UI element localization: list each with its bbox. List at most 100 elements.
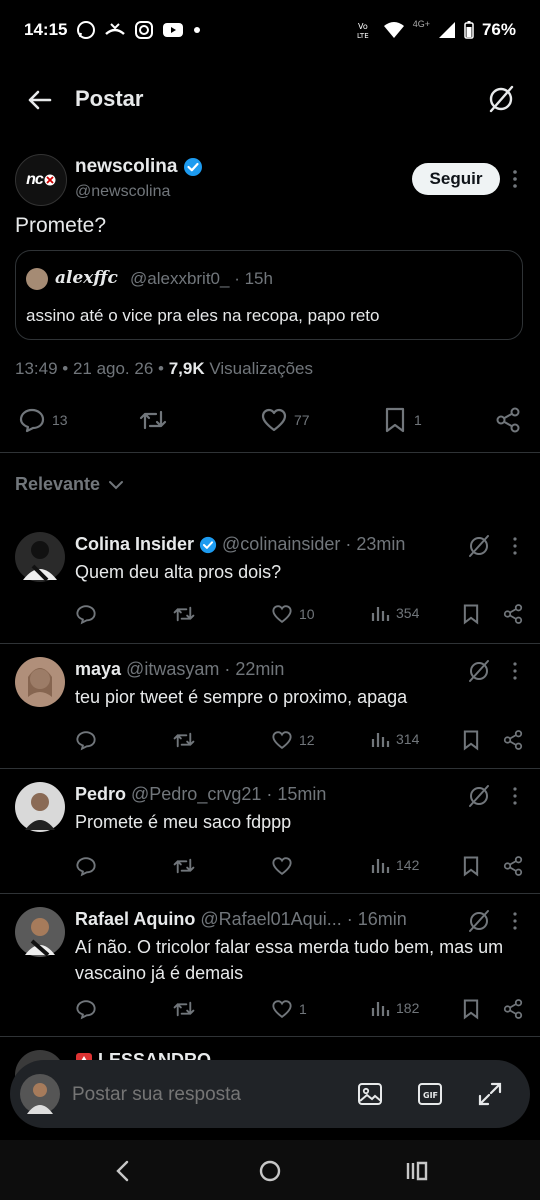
reply-button[interactable] [75, 998, 97, 1020]
analytics-icon [371, 733, 390, 747]
repost-button[interactable] [172, 603, 196, 625]
reply-composer[interactable]: GIF [10, 1060, 530, 1128]
follow-button[interactable]: Seguir [412, 163, 500, 195]
grok-button[interactable] [467, 534, 491, 558]
like-button[interactable]: 10 [271, 603, 315, 625]
arrow-left-icon [28, 90, 52, 110]
reply-button[interactable] [75, 603, 97, 625]
share-button[interactable] [494, 406, 522, 434]
more-vertical-icon [513, 912, 517, 930]
reply-item[interactable]: maya @itwasyam · 22min teu pior tweet é … [0, 645, 540, 767]
gif-button[interactable]: GIF [416, 1080, 444, 1108]
like-button[interactable] [271, 855, 299, 877]
views-count: 142 [396, 857, 420, 873]
avatar-person-icon [25, 918, 55, 957]
reply-button[interactable] [75, 855, 97, 877]
bookmark-icon [463, 730, 479, 751]
reply-input[interactable] [70, 1083, 334, 1107]
reply-author-handle: @Rafael01Aqui... · 16min [200, 909, 407, 929]
reply-avatar[interactable] [15, 782, 65, 832]
reply-count: 13 [52, 412, 68, 428]
avatar-person-icon [27, 1083, 53, 1114]
network-type: 4G+ [412, 19, 430, 29]
image-icon [358, 1083, 382, 1105]
expand-button[interactable] [476, 1080, 504, 1108]
more-options-button[interactable] [508, 786, 522, 806]
reply-action-bar: 10 354 [0, 603, 540, 633]
author-name-row[interactable]: newscolina [75, 156, 203, 178]
nav-home-button[interactable] [255, 1156, 285, 1186]
more-options-button[interactable] [508, 911, 522, 931]
recents-icon [406, 1161, 428, 1181]
reply-avatar[interactable] [15, 907, 65, 957]
divider [0, 452, 540, 453]
more-vertical-icon [513, 662, 517, 680]
reply-icon [76, 1000, 96, 1020]
views-button[interactable]: 354 [370, 603, 419, 623]
reply-icon [76, 857, 96, 877]
grok-button[interactable] [467, 909, 491, 933]
repost-button[interactable] [172, 855, 196, 877]
reply-author-name[interactable]: Colina Insider [75, 534, 194, 555]
views-button[interactable]: 314 [370, 729, 419, 749]
views-count: 354 [396, 605, 420, 621]
reply-text: Quem deu alta pros dois? [75, 562, 282, 582]
avatar-person-icon [25, 793, 55, 830]
reply-icon [19, 408, 45, 433]
repost-button[interactable] [172, 998, 196, 1020]
back-button[interactable] [24, 84, 56, 116]
quoted-post[interactable]: alexffc @alexxbrit0_ · 15h assino até o … [15, 250, 523, 340]
more-options-button[interactable] [508, 661, 522, 681]
like-button[interactable]: 1 [271, 998, 307, 1020]
repost-icon [139, 410, 167, 430]
reply-button[interactable] [75, 729, 97, 751]
like-button[interactable]: 12 [271, 729, 315, 751]
share-button[interactable] [502, 855, 524, 877]
reply-author-name[interactable]: maya [75, 659, 121, 680]
reply-author-name[interactable]: Pedro [75, 784, 126, 805]
image-button[interactable] [356, 1080, 384, 1108]
avatar-person-icon [23, 541, 57, 582]
more-vertical-icon [513, 537, 517, 555]
views-count: 7,9K [168, 359, 205, 378]
nav-recents-button[interactable] [402, 1156, 432, 1186]
bookmark-button[interactable] [461, 998, 481, 1020]
bookmark-button[interactable] [461, 729, 481, 751]
author-avatar[interactable]: nc [15, 154, 67, 206]
grok-icon [489, 85, 514, 113]
author-name[interactable]: newscolina [75, 156, 177, 178]
bookmark-button[interactable]: 1 [382, 406, 422, 434]
svg-text:Vo: Vo [358, 22, 368, 31]
share-icon [503, 604, 523, 624]
bookmark-icon [463, 999, 479, 1020]
reply-button[interactable]: 13 [18, 406, 68, 434]
reply-item[interactable]: Rafael Aquino @Rafael01Aqui... · 16min A… [0, 895, 540, 1035]
views-button[interactable]: 182 [370, 998, 419, 1018]
grok-button[interactable] [486, 84, 516, 114]
more-options-button[interactable] [506, 168, 524, 190]
reply-item[interactable]: Pedro @Pedro_crvg21 · 15min Promete é me… [0, 770, 540, 892]
share-button[interactable] [502, 998, 524, 1020]
grok-button[interactable] [467, 659, 491, 683]
repost-button[interactable] [138, 406, 168, 434]
views-button[interactable]: 142 [370, 855, 419, 875]
reply-item[interactable]: Colina Insider @colinainsider · 23min Qu… [0, 520, 540, 640]
bookmark-button[interactable] [461, 603, 481, 625]
repost-button[interactable] [172, 729, 196, 751]
share-button[interactable] [502, 603, 524, 625]
like-button[interactable]: 77 [260, 406, 310, 434]
reply-avatar[interactable] [15, 532, 65, 582]
share-button[interactable] [502, 729, 524, 751]
quote-author-avatar [26, 268, 48, 290]
instagram-icon [135, 21, 153, 39]
more-options-button[interactable] [508, 536, 522, 556]
reply-avatar[interactable] [15, 657, 65, 707]
divider [0, 768, 540, 769]
grok-button[interactable] [467, 784, 491, 808]
nav-back-button[interactable] [108, 1156, 138, 1186]
status-bar: 14:15 Vo LTE 4G+ 76% [0, 0, 540, 62]
reply-author-name[interactable]: Rafael Aquino [75, 909, 195, 930]
analytics-icon [371, 1002, 390, 1016]
sort-dropdown[interactable]: Relevante [15, 474, 124, 495]
bookmark-button[interactable] [461, 855, 481, 877]
